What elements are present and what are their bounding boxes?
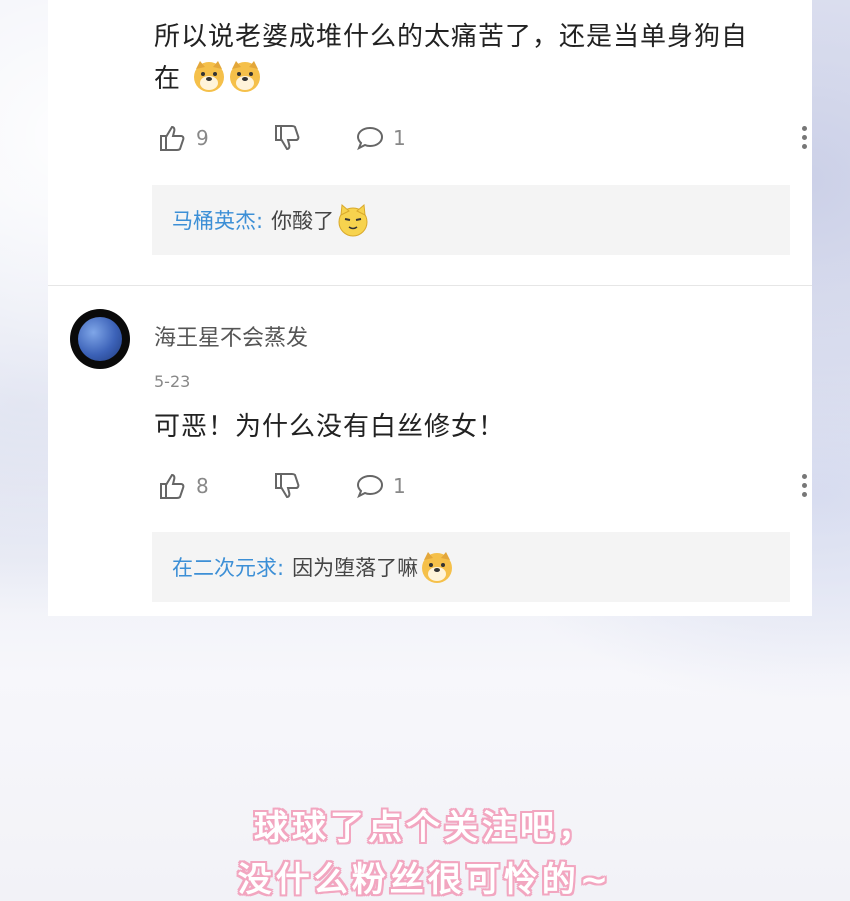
doge-emoji-icon [194,61,225,92]
reply-preview[interactable]: 在二次元求: 因为堕落了嘛 [152,532,790,602]
comment-text-line1: 所以说老婆成堆什么的太痛苦了，还是当单身狗自 [154,22,749,52]
reply-text: 因为堕落了嘛 [292,556,419,580]
reply-username[interactable]: 马桶英杰: [172,205,263,235]
thumbs-up-icon [160,473,185,499]
thumbs-down-icon [275,473,300,499]
thumbs-up-icon [160,125,185,151]
comment-text-line2: 在 [154,64,182,94]
comment-date: 5-23 [154,372,191,391]
reply-preview[interactable]: 马桶英杰: 你酸了 [152,185,790,255]
comment-icon [356,474,384,499]
reply-count: 1 [393,126,406,150]
comment-text: 可恶！为什么没有白丝修女！ [154,412,506,442]
comment-username[interactable]: 海王星不会蒸发 [154,320,308,352]
reply-username[interactable]: 在二次元求: [172,552,284,582]
doge-emoji-icon [422,552,453,583]
comment-divider [48,285,812,286]
like-count: 8 [196,474,209,498]
more-vertical-icon[interactable] [800,126,808,150]
footer-caption-line1: 球球了点个关注吧， [254,808,596,848]
footer-caption-line2: 没什么粉丝很可怜的~ [237,860,613,900]
thumbs-down-icon [275,125,300,151]
dislike-button[interactable] [273,470,303,502]
like-count: 9 [196,126,209,150]
cat-emoji-icon [338,203,368,237]
comment-text: 所以说老婆成堆什么的太痛苦了，还是当单身狗自 在 [154,16,748,100]
comment-card: 所以说老婆成堆什么的太痛苦了，还是当单身狗自 在 9 1 马桶英杰: 你酸了 海… [48,0,812,616]
reply-count: 1 [393,474,406,498]
dislike-button[interactable] [273,122,303,154]
reply-button[interactable]: 1 [355,470,406,502]
neptune-avatar [78,317,122,361]
reply-text: 你酸了 [271,209,335,233]
avatar[interactable] [70,309,130,369]
like-button[interactable]: 8 [158,470,209,502]
like-button[interactable]: 9 [158,122,209,154]
comment-actions: 8 1 [158,470,808,502]
more-vertical-icon[interactable] [800,474,808,498]
comment-icon [356,126,384,151]
comment-actions: 9 1 [158,122,808,154]
reply-button[interactable]: 1 [355,122,406,154]
doge-emoji-icon [230,61,261,92]
